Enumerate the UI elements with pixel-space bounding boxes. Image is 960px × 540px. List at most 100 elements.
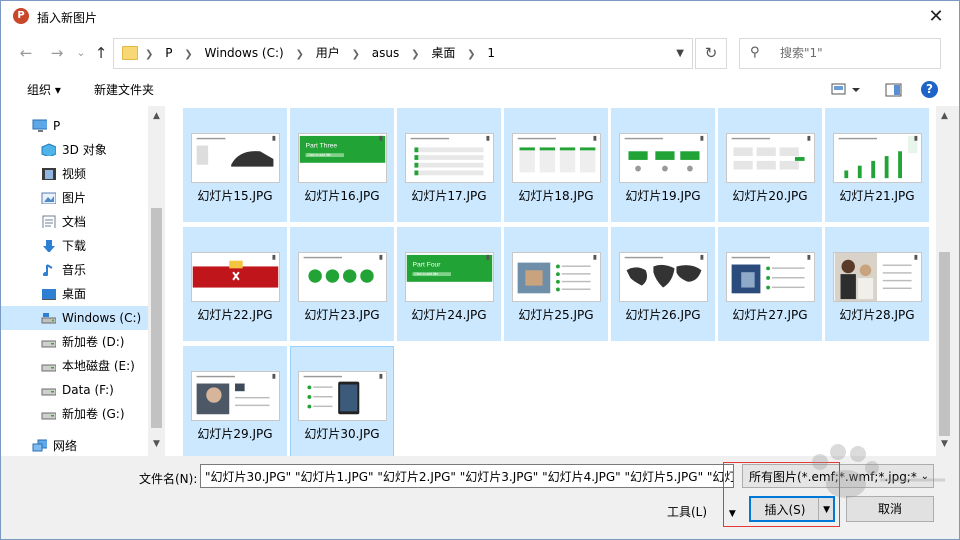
slide-thumbnail-image <box>727 253 814 301</box>
file-thumbnail <box>619 252 708 302</box>
organize-menu[interactable]: 组织 ▾ <box>27 74 61 106</box>
new-folder-button[interactable]: 新建文件夹 <box>94 74 154 106</box>
file-name: 幻灯片30.JPG <box>304 427 380 441</box>
refresh-icon[interactable]: ↻ <box>695 38 727 69</box>
help-icon[interactable]: ? <box>921 81 938 98</box>
file-tile[interactable]: 幻灯片27.JPG <box>718 227 822 341</box>
preview-pane-icon[interactable] <box>885 81 903 99</box>
file-tile[interactable]: 幻灯片19.JPG <box>611 108 715 222</box>
scrollbar-thumb[interactable] <box>151 208 162 428</box>
breadcrumb-separator-icon: ❯ <box>184 49 193 60</box>
sidebar-item-label: P <box>53 119 61 133</box>
breadcrumb-separator-icon: ❯ <box>145 49 154 60</box>
file-thumbnail <box>298 252 387 302</box>
breadcrumb-item[interactable]: Windows (C:) <box>205 46 284 60</box>
slide-thumbnail-image <box>620 134 707 182</box>
navigation-pane: P 3D 对象 视频 图片 文档 下载 音乐 桌面 Windows (C:) 新… <box>1 106 166 456</box>
sidebar-item-3d-objects[interactable]: 3D 对象 <box>1 138 148 162</box>
sidebar-item-drive-f[interactable]: Data (F:) <box>1 378 148 402</box>
sidebar-item-this-pc[interactable]: P <box>1 114 148 138</box>
breadcrumb-separator-icon: ❯ <box>411 49 420 60</box>
search-box[interactable]: ⚲ 搜索"1" <box>739 38 941 69</box>
breadcrumb-item[interactable]: 1 <box>487 46 495 60</box>
file-thumbnail <box>512 252 601 302</box>
file-thumbnail <box>726 252 815 302</box>
slide-thumbnail-image <box>513 134 600 182</box>
file-thumbnail <box>191 252 280 302</box>
sidebar-item-label: Data (F:) <box>62 383 114 397</box>
slide-thumbnail-image: Part Three Click to add title <box>299 134 386 182</box>
sidebar-item-network[interactable]: 网络 <box>1 434 148 458</box>
file-name: 幻灯片15.JPG <box>197 189 273 203</box>
file-tile[interactable]: Part Four Click to add title 幻灯片24.JPG <box>397 227 501 341</box>
close-button[interactable]: ✕ <box>913 1 959 32</box>
scroll-down-icon[interactable]: ▼ <box>148 436 165 453</box>
navigation-pane-scrollbar[interactable]: ▲ ▼ <box>148 106 165 456</box>
slide-thumbnail-image: Part Four Click to add title <box>406 253 493 301</box>
file-tile[interactable]: 幻灯片28.JPG <box>825 227 929 341</box>
slide-thumbnail-image <box>406 134 493 182</box>
music-icon <box>43 264 53 276</box>
file-tile[interactable]: 幻灯片25.JPG <box>504 227 608 341</box>
slide-subcaption: Click to add title <box>307 153 331 157</box>
pc-icon <box>32 119 47 132</box>
filename-input[interactable]: "幻灯片30.JPG" "幻灯片1.JPG" "幻灯片2.JPG" "幻灯片3.… <box>200 464 734 488</box>
scroll-up-icon[interactable]: ▲ <box>936 108 953 125</box>
sidebar-item-music[interactable]: 音乐 <box>1 258 148 282</box>
view-options-icon[interactable] <box>831 81 861 99</box>
sidebar-item-downloads[interactable]: 下载 <box>1 234 148 258</box>
breadcrumb-item[interactable]: 桌面 <box>431 46 455 60</box>
slide-caption: Part Three <box>306 142 338 149</box>
slide-subcaption: Click to add title <box>414 272 438 276</box>
up-arrow-icon[interactable]: ↑ <box>90 42 112 64</box>
file-tile[interactable]: 幻灯片20.JPG <box>718 108 822 222</box>
sidebar-item-documents[interactable]: 文档 <box>1 210 148 234</box>
sidebar-item-windows-c[interactable]: Windows (C:) <box>1 306 148 330</box>
file-name: 幻灯片21.JPG <box>839 189 915 203</box>
dialog-title: 插入新图片 <box>37 11 98 25</box>
breadcrumb-item[interactable]: 用户 <box>316 46 340 60</box>
file-tile[interactable]: 幻灯片30.JPG <box>290 346 394 456</box>
breadcrumb-item[interactable]: P <box>165 46 172 60</box>
file-tile[interactable]: 幻灯片22.JPG <box>183 227 287 341</box>
sidebar-item-drive-g[interactable]: 新加卷 (G:) <box>1 402 148 426</box>
address-bar[interactable]: ❯ P ❯ Windows (C:) ❯ 用户 ❯ asus ❯ 桌面 ❯ 1 … <box>113 38 693 69</box>
file-thumbnail <box>726 133 815 183</box>
scroll-up-icon[interactable]: ▲ <box>148 108 165 125</box>
sidebar-item-videos[interactable]: 视频 <box>1 162 148 186</box>
pictures-icon <box>41 192 56 204</box>
sidebar-item-drive-e[interactable]: 本地磁盘 (E:) <box>1 354 148 378</box>
sidebar-item-label: 新加卷 (G:) <box>62 407 125 421</box>
breadcrumb: ❯ P ❯ Windows (C:) ❯ 用户 ❯ asus ❯ 桌面 ❯ 1 <box>142 39 500 68</box>
forward-arrow-icon[interactable]: → <box>46 42 68 64</box>
back-arrow-icon[interactable]: ← <box>15 42 37 64</box>
file-tile[interactable]: Part Three Click to add title 幻灯片16.JPG <box>290 108 394 222</box>
address-dropdown-chevron-icon[interactable]: ▼ <box>676 39 684 68</box>
file-list-scrollbar[interactable]: ▲ ▼ <box>936 106 953 456</box>
sidebar-item-drive-d[interactable]: 新加卷 (D:) <box>1 330 148 354</box>
breadcrumb-item[interactable]: asus <box>372 46 399 60</box>
network-icon <box>32 439 47 452</box>
file-tile[interactable]: 幻灯片26.JPG <box>611 227 715 341</box>
file-thumbnail: Part Four Click to add title <box>405 252 494 302</box>
file-tile[interactable]: 幻灯片15.JPG <box>183 108 287 222</box>
file-name: 幻灯片18.JPG <box>518 189 594 203</box>
file-tile[interactable]: 幻灯片18.JPG <box>504 108 608 222</box>
file-tile[interactable]: 幻灯片17.JPG <box>397 108 501 222</box>
file-thumbnail <box>833 252 922 302</box>
sidebar-item-label: 下载 <box>62 239 87 253</box>
file-tile[interactable]: 幻灯片29.JPG <box>183 346 287 456</box>
file-tile[interactable]: 幻灯片23.JPG <box>290 227 394 341</box>
scrollbar-thumb[interactable] <box>939 252 950 436</box>
command-toolbar: 组织 ▾ 新建文件夹 ? <box>1 74 959 106</box>
sidebar-item-label: 图片 <box>62 191 87 205</box>
filename-label: 文件名(N): <box>139 472 198 486</box>
watermark-paw-icon <box>812 444 945 498</box>
sidebar-item-desktop[interactable]: 桌面 <box>1 282 148 306</box>
file-name: 幻灯片26.JPG <box>625 308 701 322</box>
sidebar-item-label: 文档 <box>62 215 87 229</box>
recent-locations-chevron-icon[interactable]: ⌄ <box>70 42 92 64</box>
file-tile[interactable]: 幻灯片21.JPG <box>825 108 929 222</box>
sidebar-item-pictures[interactable]: 图片 <box>1 186 148 210</box>
file-thumbnail: Part Three Click to add title <box>298 133 387 183</box>
